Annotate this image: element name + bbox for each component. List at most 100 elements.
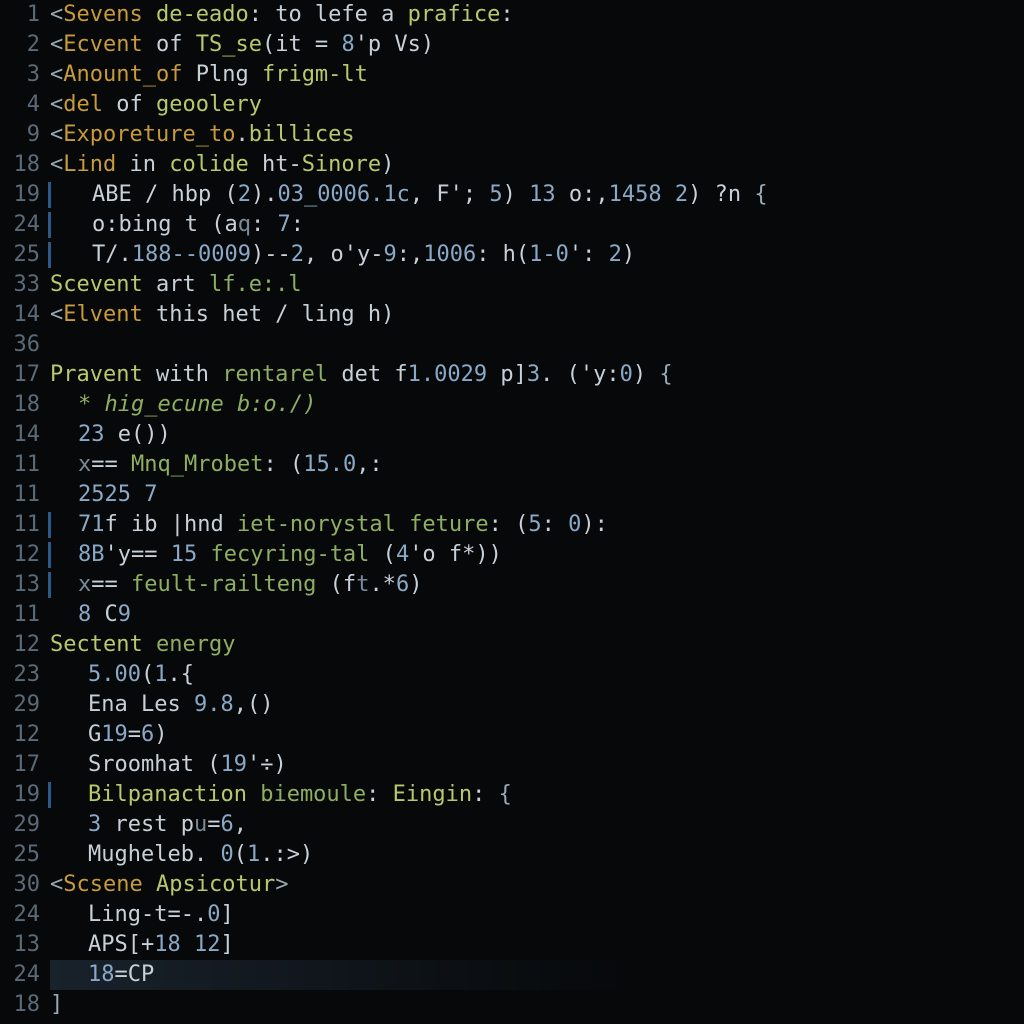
code-line[interactable]: APS[+18 12] — [50, 930, 1024, 960]
code-line[interactable]: <Lind in colide ht-Sinore) — [50, 150, 1024, 180]
token-num: 5 — [528, 512, 541, 537]
code-line[interactable]: Ena Les 9.8,() — [50, 690, 1024, 720]
token-txt: ) — [381, 152, 394, 177]
token-num: 2525 7 — [78, 482, 157, 507]
code-line[interactable]: 3 rest pu=6, — [50, 810, 1024, 840]
code-line[interactable]: 18=CP — [50, 960, 1024, 990]
code-line[interactable]: Ling-t=-.0] — [50, 900, 1024, 930]
code-line[interactable]: ] — [50, 990, 1024, 1020]
code-line[interactable]: 2525 7 — [50, 480, 1024, 510]
token-num: 0 — [207, 902, 220, 927]
line-number: 18 — [0, 390, 40, 420]
line-number: 11 — [0, 510, 40, 540]
code-line[interactable]: o:bing t (aq: 7: — [50, 210, 1024, 240]
token-txt: p] — [487, 362, 527, 387]
code-line[interactable]: T/.188--0009)--2, o'y-9:,1006: h(1-0': 2… — [50, 240, 1024, 270]
code-editor[interactable]: 1234918192425331436171814111111121311122… — [0, 0, 1024, 1024]
token-txt: : h( — [476, 242, 529, 267]
token-txt: : — [472, 782, 499, 807]
line-number: 2 — [0, 30, 40, 60]
token-txt: e()) — [105, 422, 171, 447]
token-num: 9 — [383, 242, 396, 267]
token-tagc: Lind — [63, 152, 116, 177]
token-num: 15.0 — [303, 452, 356, 477]
token-txt: .* — [369, 572, 396, 597]
token-txt: ). — [251, 182, 278, 207]
code-line[interactable]: x== feult-railteng (ft.*6) — [50, 570, 1024, 600]
token-dim: t — [356, 572, 369, 597]
code-line[interactable]: <Elvent this het / ling h) — [50, 300, 1024, 330]
token-fn: de-eado — [156, 2, 249, 27]
line-number: 19 — [0, 780, 40, 810]
token-fn: Apsicotur — [156, 872, 275, 897]
token-txt: this het / ling h) — [143, 302, 395, 327]
token-txt: : ( — [263, 452, 303, 477]
line-number: 18 — [0, 150, 40, 180]
code-line[interactable]: Pravent with rentarel det f1.0029 p]3. (… — [50, 360, 1024, 390]
code-line[interactable]: Bilpanaction biemoule: Eingin: { — [50, 780, 1024, 810]
code-line[interactable]: <Anount_of Plng frigm-lt — [50, 60, 1024, 90]
line-number: 29 — [0, 690, 40, 720]
code-line[interactable]: * hig_ecune b:o./) — [50, 390, 1024, 420]
token-op: < — [50, 872, 63, 897]
token-txt: 'p Vs) — [355, 32, 434, 57]
code-line[interactable]: <Scsene Apsicotur> — [50, 870, 1024, 900]
token-txt: o:, — [556, 182, 609, 207]
token-op: < — [50, 302, 63, 327]
line-number: 1 — [0, 0, 40, 30]
token-txt: ) — [154, 722, 167, 747]
code-line[interactable]: Sroomhat (19'÷) — [50, 750, 1024, 780]
token-txt: (it = — [262, 32, 341, 57]
token-num: 0 — [568, 512, 581, 537]
code-line[interactable]: 23 e()) — [50, 420, 1024, 450]
token-fn: Scevent — [50, 272, 143, 297]
code-line[interactable]: <Ecvent of TS_se(it = 8'p Vs) — [50, 30, 1024, 60]
token-num: 188--0009 — [132, 242, 251, 267]
token-op: ] — [50, 992, 63, 1017]
token-str: energy — [156, 632, 235, 657]
token-txt: '÷) — [247, 752, 287, 777]
token-txt: ': — [569, 242, 609, 267]
token-txt: : ( — [489, 512, 529, 537]
code-line[interactable]: Scevent art lf.e:.l — [50, 270, 1024, 300]
token-txt: of — [143, 32, 196, 57]
token-num: 1458 2 — [609, 182, 688, 207]
token-num: 18 12 — [154, 932, 220, 957]
token-txt: APS[+ — [88, 932, 154, 957]
code-line[interactable] — [50, 330, 1024, 360]
token-txt: in — [116, 152, 169, 177]
token-num: 19 — [101, 722, 128, 747]
token-tagc: Scsene — [63, 872, 142, 897]
token-txt: G — [88, 722, 101, 747]
code-line[interactable]: 5.00(1.{ — [50, 660, 1024, 690]
token-tagc: Anount_of — [63, 62, 182, 87]
code-line[interactable]: Mugheleb. 0(1.:>) — [50, 840, 1024, 870]
code-line[interactable]: <Sevens de-eado: to lefe a prafice: — [50, 0, 1024, 30]
token-fn: Sinore — [302, 152, 381, 177]
code-line[interactable]: <del of geoolery — [50, 90, 1024, 120]
code-line[interactable]: x== Mnq_Mrobet: (15.0,: — [50, 450, 1024, 480]
token-num: 8 — [341, 32, 354, 57]
token-tagc: Elvent — [63, 302, 142, 327]
token-txt: ) — [503, 182, 530, 207]
code-line[interactable]: <Exporeture_to.billices — [50, 120, 1024, 150]
line-number: 14 — [0, 300, 40, 330]
token-str: fecyring-tal — [210, 542, 369, 567]
code-line[interactable]: ABE / hbp (2).03_0006.1c, F'; 5) 13 o:,1… — [50, 180, 1024, 210]
code-line[interactable]: 8 C9 — [50, 600, 1024, 630]
code-line[interactable]: 71f ib |hnd iet-norystal feture: (5: 0): — [50, 510, 1024, 540]
token-txt: ) — [633, 362, 660, 387]
line-number: 12 — [0, 540, 40, 570]
token-op: { — [754, 182, 767, 207]
line-number: 33 — [0, 270, 40, 300]
code-line[interactable]: G19=6) — [50, 720, 1024, 750]
token-fn: geoolery — [156, 92, 262, 117]
code-area[interactable]: <Sevens de-eado: to lefe a prafice:<Ecve… — [50, 0, 1024, 1024]
line-number-gutter: 1234918192425331436171814111111121311122… — [0, 0, 50, 1024]
token-txt: with — [143, 362, 222, 387]
token-num: 2 — [609, 242, 622, 267]
code-line[interactable]: Sectent energy — [50, 630, 1024, 660]
token-txt: ) ?n — [688, 182, 754, 207]
token-txt: rest p — [101, 812, 194, 837]
code-line[interactable]: 8B'y== 15 fecyring-tal (4'o f*)) — [50, 540, 1024, 570]
